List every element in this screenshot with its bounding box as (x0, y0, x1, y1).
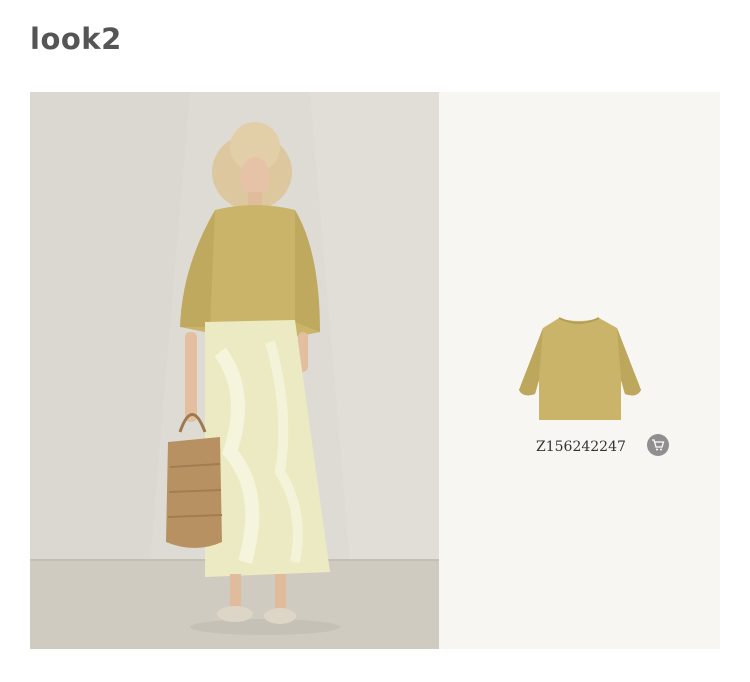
page-title: look2 (30, 22, 122, 56)
model-photo (30, 92, 439, 649)
product-thumbnail[interactable] (509, 310, 649, 430)
shopping-cart-icon (652, 439, 665, 451)
product-panel: Z156242247 (439, 92, 720, 649)
add-to-cart-button[interactable] (647, 434, 669, 456)
product-sku: Z156242247 (536, 439, 626, 455)
